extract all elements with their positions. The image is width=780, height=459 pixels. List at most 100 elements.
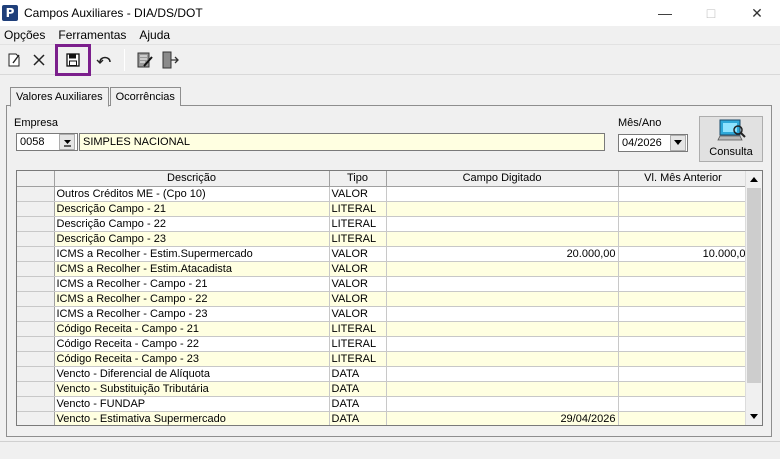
scroll-down-button[interactable] — [746, 408, 762, 424]
tab-ocorrencias[interactable]: Ocorrências — [109, 87, 181, 106]
table-row[interactable]: Vencto - Substituição Tributária DATA — [17, 381, 749, 397]
table-row[interactable]: Outros Créditos ME - (Cpo 10) VALOR — [17, 186, 749, 202]
row-indicator[interactable] — [17, 306, 55, 322]
cell-campo-digitado[interactable] — [386, 186, 619, 202]
arrow-up-icon — [750, 176, 758, 182]
save-button[interactable] — [55, 43, 91, 76]
row-indicator[interactable] — [17, 261, 55, 277]
cell-descricao: ICMS a Recolher - Campo - 21 — [54, 276, 330, 292]
cell-tipo: LITERAL — [329, 201, 387, 217]
cell-campo-digitado[interactable] — [386, 321, 619, 337]
cell-campo-digitado[interactable] — [386, 216, 619, 232]
window-title: Campos Auxiliares - DIA/DS/DOT — [24, 6, 203, 20]
consulta-button[interactable]: Consulta — [699, 116, 763, 162]
cell-campo-digitado[interactable]: 29/04/2026 — [386, 411, 619, 425]
cell-vl-mes-anterior — [618, 306, 749, 322]
header-vl-mes-anterior[interactable]: Vl. Mês Anterior — [618, 171, 749, 187]
undo-button[interactable] — [94, 49, 116, 71]
table-row[interactable]: Vencto - Estimativa Supermercado DATA 29/0… — [17, 411, 749, 425]
row-indicator[interactable] — [17, 366, 55, 382]
scroll-up-button[interactable] — [746, 171, 762, 187]
cell-vl-mes-anterior — [618, 366, 749, 382]
cell-tipo: LITERAL — [329, 231, 387, 247]
cell-tipo: DATA — [329, 411, 387, 425]
cell-tipo: VALOR — [329, 291, 387, 307]
consulta-label: Consulta — [709, 146, 753, 158]
cell-tipo: LITERAL — [329, 216, 387, 232]
cell-campo-digitado[interactable] — [386, 261, 619, 277]
row-indicator[interactable] — [17, 246, 55, 262]
app-icon: P — [2, 5, 18, 21]
table-row[interactable]: Código Receita - Campo - 21 LITERAL — [17, 321, 749, 337]
row-indicator[interactable] — [17, 201, 55, 217]
table-row[interactable]: ICMS a Recolher - Campo - 22 VALOR — [17, 291, 749, 307]
cell-vl-mes-anterior — [618, 411, 749, 425]
empresa-name-value: SIMPLES NACIONAL — [83, 136, 190, 148]
table-row[interactable]: Código Receita - Campo - 23 LITERAL — [17, 351, 749, 367]
cell-campo-digitado[interactable] — [386, 291, 619, 307]
row-indicator[interactable] — [17, 321, 55, 337]
minimize-button[interactable]: — — [642, 0, 688, 26]
chevron-down-icon — [674, 140, 682, 145]
menu-opcoes[interactable]: Opções — [0, 28, 52, 42]
row-indicator[interactable] — [17, 411, 55, 425]
table-row[interactable]: Vencto - FUNDAP DATA — [17, 396, 749, 412]
cell-campo-digitado[interactable] — [386, 381, 619, 397]
table-row[interactable]: Descrição Campo - 22 LITERAL — [17, 216, 749, 232]
new-button[interactable] — [3, 49, 25, 71]
cell-campo-digitado[interactable] — [386, 276, 619, 292]
cell-vl-mes-anterior — [618, 291, 749, 307]
exit-button[interactable] — [159, 49, 181, 71]
row-indicator[interactable] — [17, 381, 55, 397]
scroll-thumb[interactable] — [747, 188, 761, 383]
cell-campo-digitado[interactable] — [386, 231, 619, 247]
close-button[interactable]: ✕ — [734, 0, 780, 26]
table-row[interactable]: ICMS a Recolher - Campo - 23 VALOR — [17, 306, 749, 322]
edit-report-button[interactable] — [134, 49, 156, 71]
table-row[interactable]: ICMS a Recolher - Campo - 21 VALOR — [17, 276, 749, 292]
cell-vl-mes-anterior — [618, 201, 749, 217]
table-row[interactable]: ICMS a Recolher - Estim.Atacadista VALOR — [17, 261, 749, 277]
table-row[interactable]: Descrição Campo - 21 LITERAL — [17, 201, 749, 217]
header-campo-digitado[interactable]: Campo Digitado — [386, 171, 619, 187]
data-grid: Descrição Tipo Campo Digitado Vl. Mês An… — [16, 170, 763, 426]
mes-ano-dropdown-button[interactable] — [670, 135, 686, 151]
computer-search-icon — [717, 119, 746, 141]
cell-tipo: LITERAL — [329, 321, 387, 337]
cell-campo-digitado[interactable] — [386, 396, 619, 412]
menu-bar: Opções Ferramentas Ajuda — [0, 26, 780, 45]
vertical-scrollbar[interactable] — [745, 171, 762, 425]
row-indicator[interactable] — [17, 396, 55, 412]
table-row[interactable]: Descrição Campo - 23 LITERAL — [17, 231, 749, 247]
empresa-code-value: 0058 — [20, 136, 45, 148]
cell-campo-digitado[interactable] — [386, 366, 619, 382]
cell-vl-mes-anterior — [618, 351, 749, 367]
row-indicator[interactable] — [17, 291, 55, 307]
cell-campo-digitado[interactable] — [386, 306, 619, 322]
delete-button[interactable] — [28, 49, 50, 71]
header-tipo[interactable]: Tipo — [329, 171, 387, 187]
cell-campo-digitado[interactable] — [386, 201, 619, 217]
row-indicator[interactable] — [17, 231, 55, 247]
table-row[interactable]: Código Receita - Campo - 22 LITERAL — [17, 336, 749, 352]
cell-vl-mes-anterior — [618, 186, 749, 202]
row-indicator[interactable] — [17, 186, 55, 202]
row-indicator[interactable] — [17, 276, 55, 292]
cell-descricao: ICMS a Recolher - Estim.Supermercado — [54, 246, 330, 262]
cell-campo-digitado[interactable]: 20.000,00 — [386, 246, 619, 262]
table-row[interactable]: ICMS a Recolher - Estim.Supermercado VALO… — [17, 246, 749, 262]
empresa-lookup-button[interactable] — [59, 134, 75, 150]
menu-ajuda[interactable]: Ajuda — [135, 28, 177, 42]
header-descricao[interactable]: Descrição — [54, 171, 330, 187]
row-indicator[interactable] — [17, 216, 55, 232]
new-document-icon — [8, 53, 20, 66]
menu-ferramentas[interactable]: Ferramentas — [54, 28, 133, 42]
cell-campo-digitado[interactable] — [386, 351, 619, 367]
row-indicator[interactable] — [17, 336, 55, 352]
cell-campo-digitado[interactable] — [386, 336, 619, 352]
cell-tipo: VALOR — [329, 276, 387, 292]
tab-valores-auxiliares[interactable]: Valores Auxiliares — [10, 87, 109, 107]
row-indicator[interactable] — [17, 351, 55, 367]
table-row[interactable]: Vencto - Diferencial de Alíquota DATA — [17, 366, 749, 382]
cell-descricao: ICMS a Recolher - Campo - 22 — [54, 291, 330, 307]
